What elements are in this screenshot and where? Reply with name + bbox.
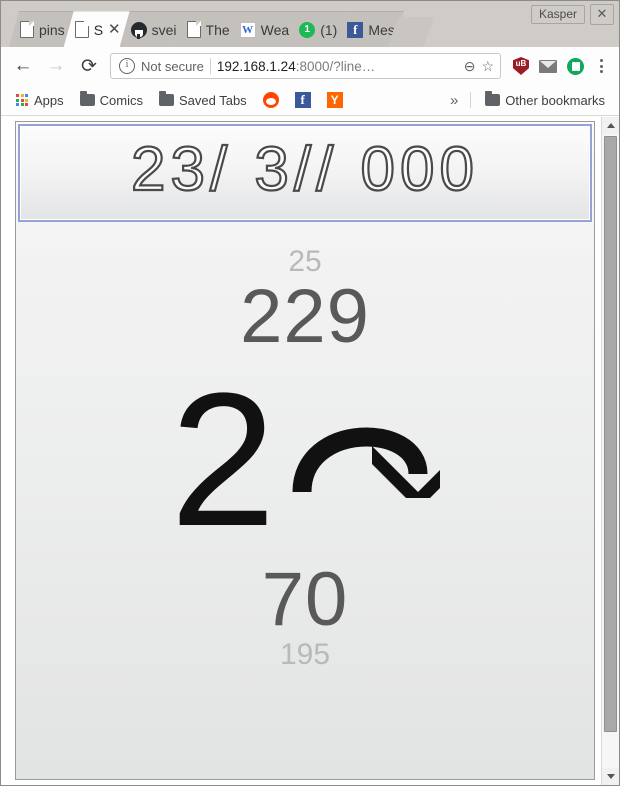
ublock-extension-icon[interactable]: uB: [510, 55, 532, 77]
close-window-icon[interactable]: ✕: [590, 4, 614, 25]
tab-the[interactable]: The: [176, 11, 239, 47]
page-content-area: 23/ 3// 000 25 229 2 70 195: [1, 117, 601, 785]
url-path: :8000/?line…: [295, 58, 376, 74]
bookmark-label: Apps: [34, 92, 64, 108]
page-icon: [187, 21, 201, 38]
tab-label: pins: [39, 21, 65, 38]
security-status-label: Not secure: [141, 58, 204, 74]
green-badge-icon: 1: [299, 22, 315, 38]
dot: [599, 70, 603, 73]
folder-icon: [485, 91, 501, 106]
tab-s-active[interactable]: S ✕: [64, 11, 130, 47]
url-text: 192.168.1.24:8000/?line…: [217, 59, 458, 74]
scrollbar-track[interactable]: [602, 134, 619, 768]
address-bar[interactable]: i Not secure 192.168.1.24:8000/?line… ⊖ …: [110, 53, 501, 79]
zoom-out-icon[interactable]: ⊖: [464, 59, 476, 73]
tab-label: (1): [320, 21, 338, 38]
tab-label: S: [93, 21, 104, 38]
mail-extension-icon[interactable]: [537, 55, 559, 77]
bookmark-label: Other bookmarks: [505, 92, 605, 108]
dot: [599, 59, 603, 62]
bookmark-ycombinator[interactable]: Y: [321, 90, 349, 110]
page-icon: [75, 21, 89, 38]
tab-close-icon[interactable]: ✕: [108, 23, 121, 37]
bookmark-label: Saved Tabs: [178, 92, 247, 108]
tab-pins[interactable]: pins: [9, 11, 74, 47]
tab-svei[interactable]: svei: [120, 11, 186, 47]
bookmark-reddit[interactable]: [257, 90, 285, 110]
bookmarks-overflow-icon[interactable]: »: [446, 92, 462, 109]
forward-button[interactable]: →: [42, 52, 70, 80]
divider: [209, 58, 211, 74]
reload-button[interactable]: ⟳: [75, 52, 103, 80]
url-host: 192.168.1.24: [216, 58, 296, 74]
tab-label: Mes: [368, 21, 395, 38]
tab-label: The: [205, 21, 230, 38]
scroll-up-button[interactable]: [602, 117, 619, 134]
facebook-icon: f: [294, 92, 311, 108]
browser-window: pins S ✕ svei The W Wea 1 (1) f Mes Kasp…: [0, 0, 620, 786]
divider: [470, 92, 472, 108]
bottom-big-number: 70: [261, 557, 349, 643]
ycombinator-icon: Y: [326, 92, 343, 108]
circle-icon: [566, 58, 584, 75]
display-box[interactable]: 23/ 3// 000: [18, 124, 592, 222]
top-big-number: 229: [240, 273, 370, 359]
back-button[interactable]: ←: [9, 52, 37, 80]
page-viewport: 23/ 3// 000 25 229 2 70 195: [1, 116, 619, 785]
bookmark-facebook[interactable]: f: [289, 90, 317, 110]
browser-toolbar: ← → ⟳ i Not secure 192.168.1.24:8000/?li…: [1, 47, 619, 85]
window-controls: Kasper ✕: [530, 4, 614, 25]
tab-label: Wea: [260, 21, 290, 38]
scroll-down-button[interactable]: [602, 768, 619, 785]
readout-stack: 25 229 2 70 195: [16, 222, 594, 779]
scrollbar-thumb[interactable]: [604, 136, 617, 732]
curved-down-arrow-icon[interactable]: [290, 388, 464, 510]
page-icon: [20, 21, 34, 38]
folder-icon: [79, 91, 95, 106]
bookmark-apps[interactable]: Apps: [9, 91, 70, 110]
display-value: 23/ 3// 000: [130, 135, 480, 204]
wikipedia-icon: W: [240, 22, 256, 38]
bookmark-comics[interactable]: Comics: [74, 91, 149, 110]
dashlane-extension-icon[interactable]: [564, 55, 586, 77]
github-icon: [131, 22, 147, 38]
lower-readout: 70 195: [262, 561, 349, 670]
glyph-digit: 2: [170, 354, 276, 567]
tab-notifications[interactable]: 1 (1): [288, 11, 346, 47]
chevron-down-icon: [606, 774, 615, 779]
profile-chip[interactable]: Kasper: [530, 5, 585, 24]
tab-label: svei: [151, 21, 177, 38]
info-icon[interactable]: i: [119, 58, 135, 74]
facebook-icon: f: [347, 22, 363, 38]
page-frame: 23/ 3// 000 25 229 2 70 195: [15, 121, 595, 780]
glyph-row: 2: [170, 365, 464, 556]
envelope-icon: [539, 60, 557, 73]
apps-grid-icon: [15, 93, 29, 107]
folder-icon: [158, 91, 174, 106]
bookmark-other[interactable]: Other bookmarks: [479, 91, 611, 110]
bottom-small-number: 195: [279, 637, 331, 671]
reddit-icon: [262, 92, 279, 108]
top-small-number: 25: [288, 245, 322, 278]
dot: [599, 64, 603, 68]
vertical-scrollbar[interactable]: [601, 117, 619, 785]
tab-strip: pins S ✕ svei The W Wea 1 (1) f Mes Kasp…: [1, 1, 619, 47]
bookmark-label: Comics: [99, 92, 143, 108]
bookmark-star-icon[interactable]: ☆: [481, 59, 494, 73]
tab-weather[interactable]: W Wea: [229, 11, 299, 47]
bookmarks-bar: Apps Comics Saved Tabs f Y » Other bookm…: [1, 85, 619, 116]
chrome-menu-icon[interactable]: [591, 59, 611, 73]
bookmarks-right-group: » Other bookmarks: [446, 91, 611, 110]
shield-icon: uB: [513, 57, 529, 75]
chevron-up-icon: [606, 123, 615, 128]
bookmark-saved-tabs[interactable]: Saved Tabs: [153, 91, 253, 110]
